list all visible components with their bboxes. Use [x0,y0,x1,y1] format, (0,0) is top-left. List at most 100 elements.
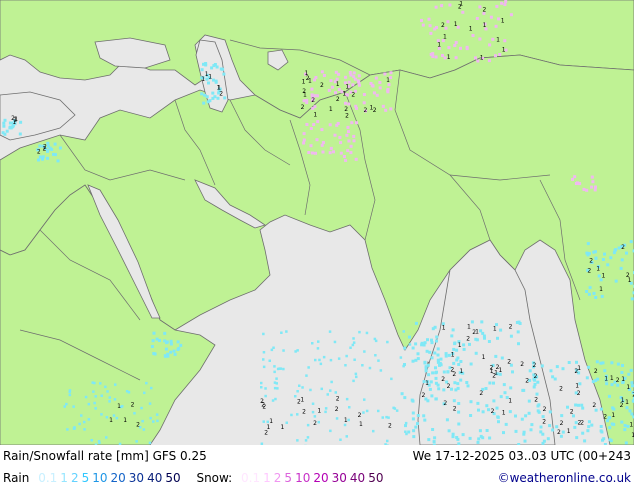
precip-cell [311,152,314,155]
precip-cell [323,356,326,359]
precip-cell [151,345,154,348]
precip-cell [422,24,425,27]
precip-cell [485,404,488,407]
precip-cell [448,4,451,7]
precip-cell [366,410,369,413]
precip-cell [104,386,107,389]
precip-cell [317,347,320,350]
precip-cell [222,73,225,76]
precip-cell [623,428,626,431]
precip-cell [540,426,543,429]
precip-cell [352,337,355,340]
map-title: Rain/Snowfall rate [mm] GFS 0.25 [3,449,207,463]
precip-cell [434,371,437,374]
precip-cell [462,433,465,436]
precip-cell [594,250,597,253]
precip-cell [334,91,337,94]
precip-cell [510,335,513,338]
precip-cell [311,342,314,345]
precip-cell [330,147,333,150]
precip-cell [305,374,308,377]
precip-cell [317,340,320,343]
precip-cell [352,344,355,347]
precip-cell [435,56,438,59]
precip-cell [606,263,609,266]
precip-cell [491,38,494,41]
precip-cell [285,330,288,333]
precip-cell [377,359,380,362]
precip-cell [101,395,104,398]
precip-cell [207,82,210,85]
precip-cell [428,351,431,354]
precip-cell [376,94,379,97]
precip-cell [471,320,474,323]
precip-cell [562,367,565,370]
cell-value: 1 [610,375,614,382]
precip-cell [379,86,382,89]
precip-cell [318,421,321,424]
cell-value: 2 [587,267,591,274]
precip-cell [423,419,426,422]
precip-cell [440,358,443,361]
precip-cell [417,414,420,417]
precip-cell [504,0,507,3]
precip-cell [434,366,437,369]
snow-scale-step: 1 [263,471,271,485]
precip-cell [409,343,412,346]
precip-cell [156,413,159,416]
cell-value: 1 [480,55,484,62]
precip-cell [601,295,604,298]
precip-cell [375,77,378,80]
precip-cell [386,440,389,443]
precip-cell [337,73,340,76]
precip-cell [625,252,628,255]
rain-legend-label: Rain [3,471,29,485]
precip-cell [152,420,155,423]
cell-value: 1 [305,70,309,77]
precip-cell [631,297,634,300]
precip-cell [519,322,522,325]
precip-cell [390,378,393,381]
cell-value: 2 [335,406,339,413]
precip-cell [595,409,598,412]
precip-cell [551,429,554,432]
cell-value: 1 [300,396,304,403]
precip-cell [447,370,450,373]
precip-cell [389,107,392,110]
credit-link[interactable]: ©weatheronline.co.uk [498,471,631,485]
precip-cell [6,130,9,133]
precip-cell [143,428,146,431]
precip-cell [581,407,584,410]
precip-cell [446,418,449,421]
precip-cell [223,96,226,99]
precip-cell [177,348,180,351]
precip-cell [202,102,205,105]
cell-value: 1 [267,424,271,431]
precip-cell [69,394,72,397]
precip-cell [274,387,277,390]
precip-cell [318,359,321,362]
snow-scale-step: 20 [313,471,328,485]
precip-cell [92,390,95,393]
precip-cell [329,151,332,154]
precip-cell [340,152,343,155]
cell-value: 2 [37,148,41,155]
precip-cell [380,369,383,372]
precip-cell [320,363,323,366]
cell-value: 2 [136,422,140,429]
precip-cell [260,386,263,389]
cell-value: 1 [370,105,374,112]
precip-cell [2,122,5,125]
precip-cell [347,130,350,133]
precip-cell [630,240,633,243]
precip-cell [456,382,459,385]
precip-cell [354,78,357,81]
precip-cell [534,383,537,386]
precip-cell [164,355,167,358]
precip-cell [521,418,524,421]
precip-cell [344,102,347,105]
cell-value: 2 [345,113,349,120]
precip-cell [490,16,493,19]
precip-cell [273,365,276,368]
precip-cell [3,133,6,136]
